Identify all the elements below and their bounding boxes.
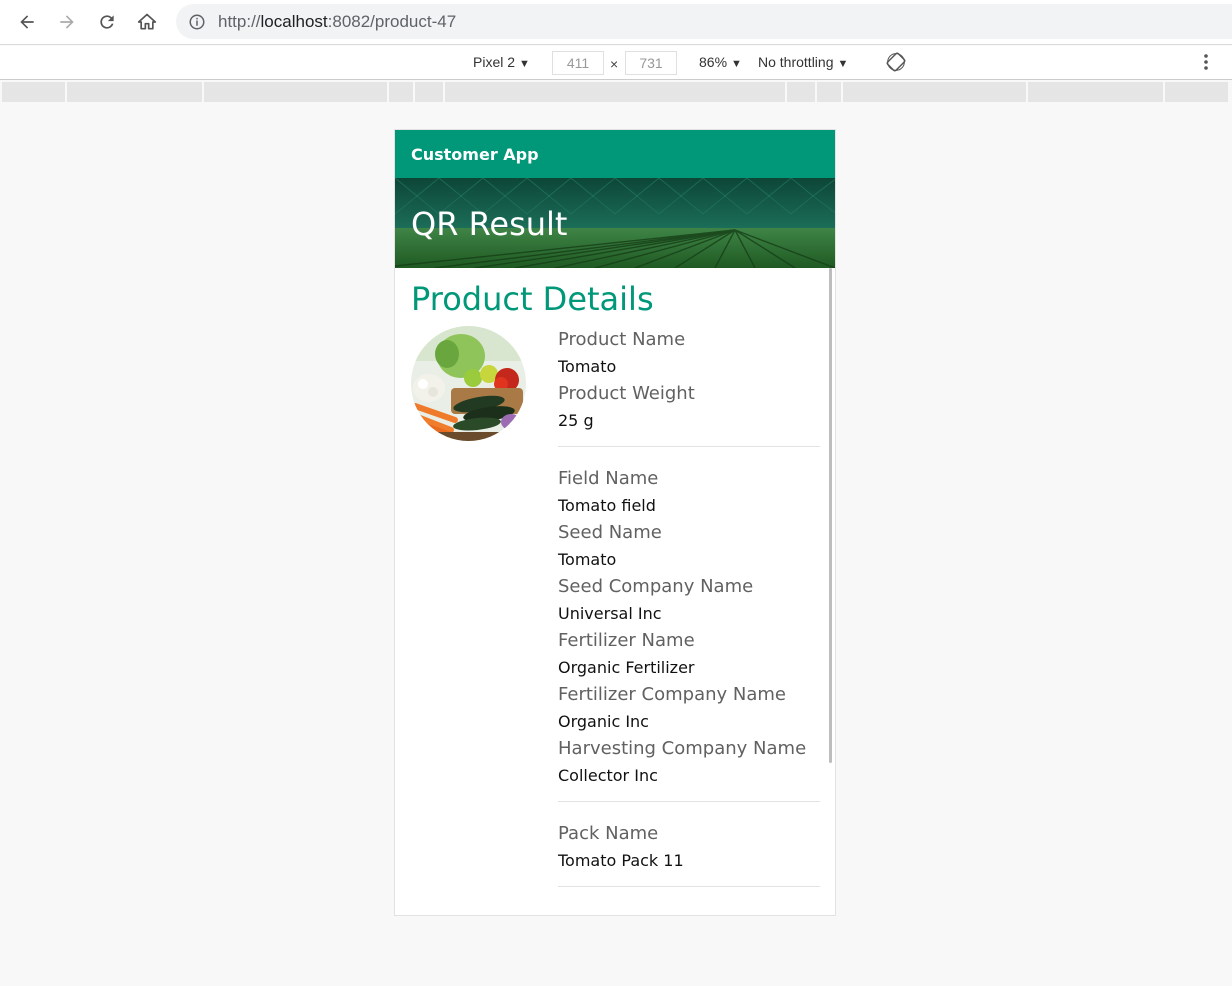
throttling-select[interactable]: No throttling ▼ [758,54,848,70]
mq-divider [1163,82,1165,102]
product-details: Product Name Tomato Product Weight 25 g … [558,328,821,907]
dimension-separator: × [610,56,619,72]
divider [558,446,820,447]
fertilizer-company-label: Fertilizer Company Name [558,684,787,705]
banner-image: QR Result [395,178,835,268]
product-name-label: Product Name [558,329,686,350]
product-weight-label: Product Weight [558,383,695,404]
device-toolbar: Pixel 2 ▼ 411 × 731 86% ▼ No throttling ▼ [0,46,1232,80]
mq-divider [443,82,445,102]
caret-down-icon: ▼ [519,58,530,70]
caret-down-icon: ▼ [731,58,742,70]
details-group-origin: Field Name Tomato field Seed Name Tomato… [558,467,821,787]
pack-name-label: Pack Name [558,823,659,844]
seed-name-value: Tomato [558,550,617,569]
info-icon[interactable] [188,13,206,31]
reload-icon[interactable] [93,8,121,36]
caret-down-icon: ▼ [837,58,849,70]
seed-name-label: Seed Name [558,522,662,543]
seed-company-label: Seed Company Name [558,576,754,597]
banner-title: QR Result [411,205,568,243]
mq-divider [202,82,204,102]
fertilizer-name-value: Organic Fertilizer [558,658,695,677]
product-image [411,326,526,441]
home-icon[interactable] [133,8,161,36]
url-text: http://localhost:8082/product-47 [218,11,457,31]
divider [558,801,820,802]
height-input[interactable]: 731 [625,51,677,75]
field-name-value: Tomato field [558,496,656,515]
zoom-select[interactable]: 86% ▼ [699,54,742,70]
field-name-label: Field Name [558,468,659,489]
device-viewport: Customer App QR Result Product Details P… [394,129,836,916]
arrow-right-icon[interactable] [53,8,81,36]
product-name-value: Tomato [558,357,617,376]
mq-divider [387,82,389,102]
details-group-pack: Pack Name Tomato Pack 11 [558,822,821,872]
mq-divider [785,82,787,102]
pack-name-value: Tomato Pack 11 [558,851,684,870]
rotate-icon[interactable] [886,52,906,72]
scrollbar[interactable] [829,268,832,763]
harvesting-company-value: Collector Inc [558,766,658,785]
address-bar[interactable]: http://localhost:8082/product-47 [176,4,1232,39]
harvesting-company-label: Harvesting Company Name [558,738,807,759]
seed-company-value: Universal Inc [558,604,662,623]
mq-divider [413,82,415,102]
device-select[interactable]: Pixel 2 ▼ [473,54,530,70]
arrow-left-icon[interactable] [13,8,41,36]
fertilizer-name-label: Fertilizer Name [558,630,695,651]
divider [558,886,820,887]
app-toolbar: Customer App [395,130,835,178]
app-title: Customer App [411,145,539,164]
mq-divider [841,82,843,102]
fertilizer-company-value: Organic Inc [558,712,649,731]
vegetables-image [411,326,526,441]
mq-divider [1026,82,1028,102]
media-query-bar[interactable] [2,82,1228,102]
mq-divider [65,82,67,102]
browser-toolbar: http://localhost:8082/product-47 [0,0,1232,45]
product-weight-value: 25 g [558,411,594,430]
section-title: Product Details [411,280,654,318]
details-group-product: Product Name Tomato Product Weight 25 g [558,328,821,432]
more-vert-icon[interactable] [1199,52,1213,72]
width-input[interactable]: 411 [552,51,604,75]
mq-divider [815,82,817,102]
